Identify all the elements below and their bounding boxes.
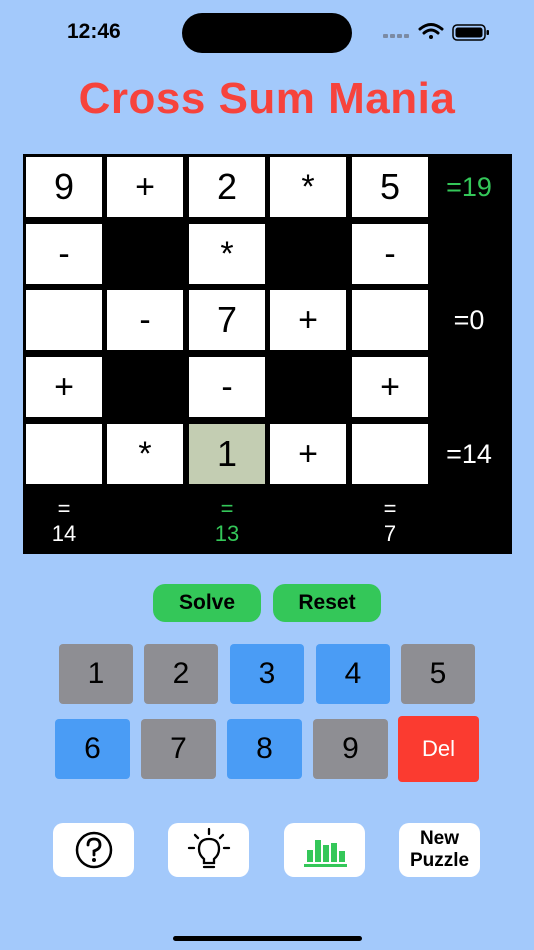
- number-key-6[interactable]: 6: [55, 719, 130, 779]
- home-indicator: [173, 936, 362, 941]
- help-button[interactable]: [53, 823, 134, 877]
- operator-cell: +: [26, 357, 102, 417]
- number-cell[interactable]: 5: [352, 157, 428, 217]
- operator-cell: +: [270, 290, 346, 350]
- number-cell[interactable]: [26, 290, 102, 350]
- number-cell[interactable]: 7: [189, 290, 265, 350]
- operator-cell: +: [270, 424, 346, 484]
- column-sum-value: 13: [214, 521, 240, 546]
- cellular-signal-icon: [383, 34, 409, 38]
- column-sum-label: = 14: [26, 491, 102, 551]
- app-title: Cross Sum Mania: [78, 74, 456, 123]
- operator-cell: *: [270, 157, 346, 217]
- delete-key[interactable]: Del: [398, 716, 479, 782]
- column-sum-label: = 13: [189, 491, 265, 551]
- operator-cell: -: [26, 224, 102, 284]
- number-cell[interactable]: 9: [26, 157, 102, 217]
- number-key-5[interactable]: 5: [401, 644, 475, 704]
- puzzle-board: 9 +2 * 5- * - -7 + + - + * 1 + =19 =0 =14 = 14 = 13 = 7: [23, 154, 512, 554]
- operator-cell: +: [352, 357, 428, 417]
- column-sum-value: 7: [383, 521, 397, 546]
- battery-icon: [452, 24, 489, 41]
- column-sum-equals: =: [383, 496, 397, 521]
- wifi-icon: [418, 23, 444, 39]
- operator-cell: *: [189, 224, 265, 284]
- solve-button[interactable]: Solve: [153, 584, 261, 622]
- number-cell[interactable]: [352, 290, 428, 350]
- column-sum-label: = 7: [352, 491, 428, 551]
- number-key-3[interactable]: 3: [230, 644, 304, 704]
- hint-button[interactable]: [168, 823, 249, 877]
- bar-chart-icon: [303, 840, 347, 867]
- status-time: 12:46: [67, 20, 121, 43]
- question-mark-circle-icon: [75, 831, 112, 869]
- number-cell[interactable]: 1: [189, 424, 265, 484]
- operator-cell: -: [352, 224, 428, 284]
- number-cell[interactable]: [26, 424, 102, 484]
- status-bar: 12:46: [0, 0, 534, 60]
- operator-cell: +: [107, 157, 183, 217]
- number-cell[interactable]: 2: [189, 157, 265, 217]
- stats-button[interactable]: [284, 823, 365, 877]
- new-puzzle-line1: New: [419, 828, 460, 849]
- number-key-7[interactable]: 7: [141, 719, 216, 779]
- number-key-2[interactable]: 2: [144, 644, 218, 704]
- number-key-4[interactable]: 4: [316, 644, 390, 704]
- column-sum-value: 14: [51, 521, 77, 546]
- number-key-9[interactable]: 9: [313, 719, 388, 779]
- column-sum-equals: =: [220, 496, 234, 521]
- status-icons: [383, 23, 489, 41]
- reset-button[interactable]: Reset: [273, 584, 381, 622]
- row-sum-label: =19: [446, 171, 492, 202]
- number-key-8[interactable]: 8: [227, 719, 302, 779]
- number-cell[interactable]: [352, 424, 428, 484]
- number-key-1[interactable]: 1: [59, 644, 133, 704]
- dynamic-island: [182, 13, 352, 53]
- row-sum-label: =14: [446, 438, 492, 469]
- new-puzzle-label: New Puzzle: [410, 828, 469, 872]
- operator-cell: *: [107, 424, 183, 484]
- new-puzzle-line2: Puzzle: [409, 850, 470, 871]
- lightbulb-icon: [187, 827, 230, 869]
- new-puzzle-button[interactable]: New Puzzle: [399, 823, 480, 877]
- row-sum-label: =0: [453, 304, 485, 335]
- column-sum-equals: =: [57, 496, 71, 521]
- operator-cell: -: [189, 357, 265, 417]
- operator-cell: -: [107, 290, 183, 350]
